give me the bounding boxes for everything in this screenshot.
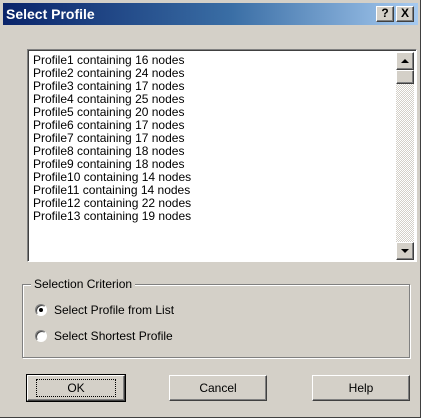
vertical-scrollbar[interactable] bbox=[396, 52, 414, 260]
radio-label: Select Shortest Profile bbox=[54, 329, 173, 343]
radio-select-shortest[interactable]: Select Shortest Profile bbox=[35, 329, 173, 343]
radio-dot-icon bbox=[39, 308, 43, 312]
arrow-up-icon bbox=[401, 59, 409, 63]
close-icon[interactable]: X bbox=[396, 6, 414, 22]
radio-button-checked[interactable] bbox=[35, 304, 47, 316]
select-profile-dialog: Select Profile ? X Profile1 containing 1… bbox=[0, 0, 421, 418]
scroll-up-button[interactable] bbox=[396, 52, 414, 70]
help-button-label: Help bbox=[348, 381, 374, 395]
help-button[interactable]: Help bbox=[312, 375, 410, 401]
ok-button-label: OK bbox=[36, 379, 116, 397]
ok-button[interactable]: OK bbox=[26, 374, 126, 402]
profile-listbox[interactable]: Profile1 containing 16 nodes Profile2 co… bbox=[27, 49, 417, 262]
dialog-title: Select Profile bbox=[6, 6, 95, 22]
radio-label: Select Profile from List bbox=[54, 303, 175, 317]
title-bar[interactable]: Select Profile ? X bbox=[3, 3, 418, 25]
list-item[interactable]: Profile13 containing 19 nodes bbox=[33, 210, 388, 223]
selection-criterion-group: Selection Criterion Select Profile from … bbox=[22, 277, 410, 358]
radio-select-from-list[interactable]: Select Profile from List bbox=[35, 303, 174, 317]
cancel-button-label: Cancel bbox=[199, 381, 237, 395]
radio-button-unchecked[interactable] bbox=[35, 330, 47, 342]
cancel-button[interactable]: Cancel bbox=[169, 375, 267, 401]
scroll-down-button[interactable] bbox=[396, 242, 414, 260]
help-question-icon[interactable]: ? bbox=[376, 6, 394, 22]
arrow-down-icon bbox=[401, 249, 409, 253]
profile-list-items: Profile1 containing 16 nodes Profile2 co… bbox=[33, 54, 388, 223]
scrollbar-thumb[interactable] bbox=[396, 70, 414, 84]
group-legend: Selection Criterion bbox=[31, 277, 136, 291]
